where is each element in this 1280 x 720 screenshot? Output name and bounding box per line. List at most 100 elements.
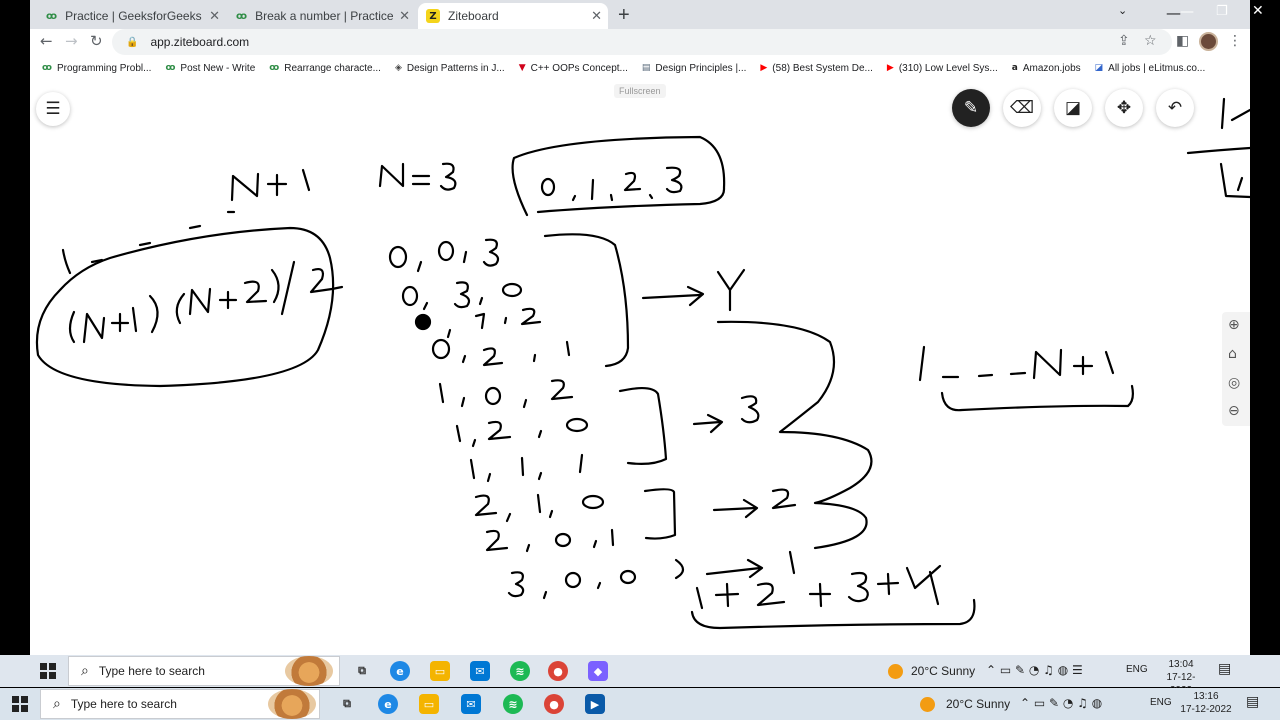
gfg-icon: ꝏ [165,63,176,73]
bookmark-item[interactable]: ▶ (58) Best System De... [760,63,873,74]
clock[interactable]: 13:16 17-12-2022 [1180,690,1232,716]
ziteboard-icon: Z [426,9,440,23]
file-explorer-icon[interactable]: ▭ [419,694,439,714]
undo-button[interactable]: ↶ [1156,89,1194,127]
tab-search-icon[interactable]: ⌄ [1118,4,1127,17]
minimize-icon[interactable]: — [1180,4,1194,20]
tab-ziteboard[interactable]: Z Ziteboard ✕ [418,3,608,29]
task-view-icon[interactable]: ⧉ [352,661,372,681]
tab-title: Ziteboard [448,9,499,23]
move-tool-button[interactable]: ✥ [1105,89,1143,127]
zoom-controls: ⊕ ⌂ ◎ ⊖ [1222,312,1250,426]
address-bar[interactable]: 🔒 app.ziteboard.com [112,29,1172,55]
avatar[interactable] [1199,32,1218,51]
reload-icon[interactable]: ↻ [90,32,103,50]
notification-icon[interactable]: ▤ [1218,661,1231,677]
weather-text[interactable]: 20°C Sunny [946,697,1010,711]
bookmark-label: Rearrange characte... [284,62,381,74]
menu-icon[interactable]: ☰ [36,92,70,126]
windows-start-icon[interactable] [40,663,56,679]
search-placeholder: Type here to search [98,664,205,678]
bookmark-label: Design Patterns in J... [406,62,505,74]
bookmark-label: Amazon.jobs [1022,62,1081,74]
bookmark-label: (310) Low Level Sys... [898,62,998,74]
bookmark-item[interactable]: ◈ Design Patterns in J... [395,63,505,74]
bookmark-item[interactable]: ▼ C++ OOPs Concept... [519,63,628,74]
bookmark-item[interactable]: a Amazon.jobs [1012,63,1081,74]
zoom-in-icon[interactable]: ⊕ [1228,317,1240,333]
edge-icon[interactable]: e [378,694,398,714]
whiteboard-page: Fullscreen ☰ ✎ ⌫ ◪ ✥ ↶ ⊕ ⌂ ◎ ⊖ [30,80,1250,655]
side-panel-icon[interactable]: ◧ [1176,33,1189,49]
notification-icon[interactable]: ▤ [1246,694,1259,710]
taskbar-secondary: ⌕ Type here to search ⧉ e ▭ ✉ ≋ ● ▶ 20°C… [0,688,1280,720]
clock-time: 13:04 [1168,659,1194,670]
search-highlight-icon[interactable] [268,689,316,719]
tray-icons[interactable]: ⌃ ▭ ✎ ◔ ♫ ◍ ☰ [986,663,1083,677]
pencil-tool-button[interactable]: ✎ [952,89,990,127]
bookmark-item[interactable]: ꝏ Programming Probl... [42,63,151,74]
bookmark-item[interactable]: ◪ All jobs | eLitmus.co... [1095,63,1206,74]
close-icon[interactable]: ✕ [591,8,602,24]
spotify-icon[interactable]: ≋ [510,661,530,681]
clock-date: 17-12-2022 [1180,704,1232,715]
chrome-icon[interactable]: ● [544,694,564,714]
search-placeholder: Type here to search [70,697,177,711]
close-window-icon[interactable]: ✕ [1252,3,1264,19]
forward-icon[interactable]: → [65,32,78,50]
bookmarks-bar: ꝏ Programming Probl... ꝏ Post New - Write ꝏ R… [30,57,1250,79]
clock-time: 13:16 [1193,691,1219,702]
share-icon[interactable]: ⇪ [1118,33,1130,49]
minimize-icon[interactable]: — [1166,4,1181,22]
star-icon[interactable]: ☆ [1144,33,1157,49]
language-indicator[interactable]: ENG [1150,697,1172,708]
mail-icon[interactable]: ✉ [461,694,481,714]
restore-icon[interactable]: ❐ [1216,4,1228,19]
eraser-tool-button[interactable]: ⌫ [1003,89,1041,127]
windows-start-icon[interactable] [12,696,28,712]
app-icon[interactable]: ▶ [585,694,605,714]
chrome-window: ꝏ Practice | GeeksforGeeks | A com ✕ ꝏ B… [30,0,1250,655]
bookmark-item[interactable]: ꝏ Post New - Write [165,63,255,74]
drawing-canvas[interactable] [30,80,1250,655]
fullscreen-button[interactable]: Fullscreen [614,84,666,98]
bookmark-label: Programming Probl... [56,62,152,74]
tab-strip: ꝏ Practice | GeeksforGeeks | A com ✕ ꝏ B… [30,0,1250,29]
back-icon[interactable]: ← [40,32,53,50]
gfg-icon: ꝏ [42,63,52,73]
new-tab-icon[interactable]: + [618,4,630,27]
bookmark-item[interactable]: ▤ Design Principles |... [642,63,746,74]
app-icon[interactable]: ◆ [588,661,608,681]
close-icon[interactable]: ✕ [209,8,220,24]
chrome-icon[interactable]: ● [548,661,568,681]
tab-title: Break a number | Practice | Geek [255,9,395,23]
home-icon[interactable]: ⌂ [1228,346,1237,362]
mail-icon[interactable]: ✉ [470,661,490,681]
bookmark-label: Design Principles |... [655,62,747,74]
browser-toolbar: ← → ↻ 🔒 app.ziteboard.com ⇪ ☆ ◧ ⋮ [30,29,1250,55]
close-icon[interactable]: ✕ [399,8,410,24]
taskbar: ⌕ Type here to search ⧉ e ▭ ✉ ≋ ● ◆ 20°C… [0,655,1280,696]
desktop: ꝏ Practice | GeeksforGeeks | A com ✕ ꝏ B… [0,0,1280,720]
file-explorer-icon[interactable]: ▭ [430,661,450,681]
bookmark-item[interactable]: ▶ (310) Low Level Sys... [887,63,998,74]
tab-break-a-number[interactable]: ꝏ Break a number | Practice | Geek ✕ [228,3,416,29]
weather-icon [920,697,935,712]
youtube-icon: ▶ [760,63,768,73]
center-icon[interactable]: ◎ [1228,375,1240,391]
search-highlight-icon[interactable] [285,656,333,686]
zoom-out-icon[interactable]: ⊖ [1228,403,1240,419]
task-view-icon[interactable]: ⧉ [337,694,357,714]
language-indicator[interactable]: ENG [1126,664,1148,675]
sticky-note-button[interactable]: ◪ [1054,89,1092,127]
gfg-icon: ꝏ [46,10,58,22]
tray-icons[interactable]: ⌃ ▭ ✎ ◔ ♫ ◍ [1020,696,1102,710]
menu-dots-icon[interactable]: ⋮ [1228,33,1242,49]
edge-icon[interactable]: e [390,661,410,681]
gfg-icon: ꝏ [269,63,280,73]
tab-practice-gfg[interactable]: ꝏ Practice | GeeksforGeeks | A com ✕ [38,3,226,29]
bookmark-item[interactable]: ꝏ Rearrange characte... [269,63,381,74]
spotify-icon[interactable]: ≋ [503,694,523,714]
weather-text[interactable]: 20°C Sunny [911,664,975,678]
bookmark-label: (58) Best System De... [772,62,873,74]
